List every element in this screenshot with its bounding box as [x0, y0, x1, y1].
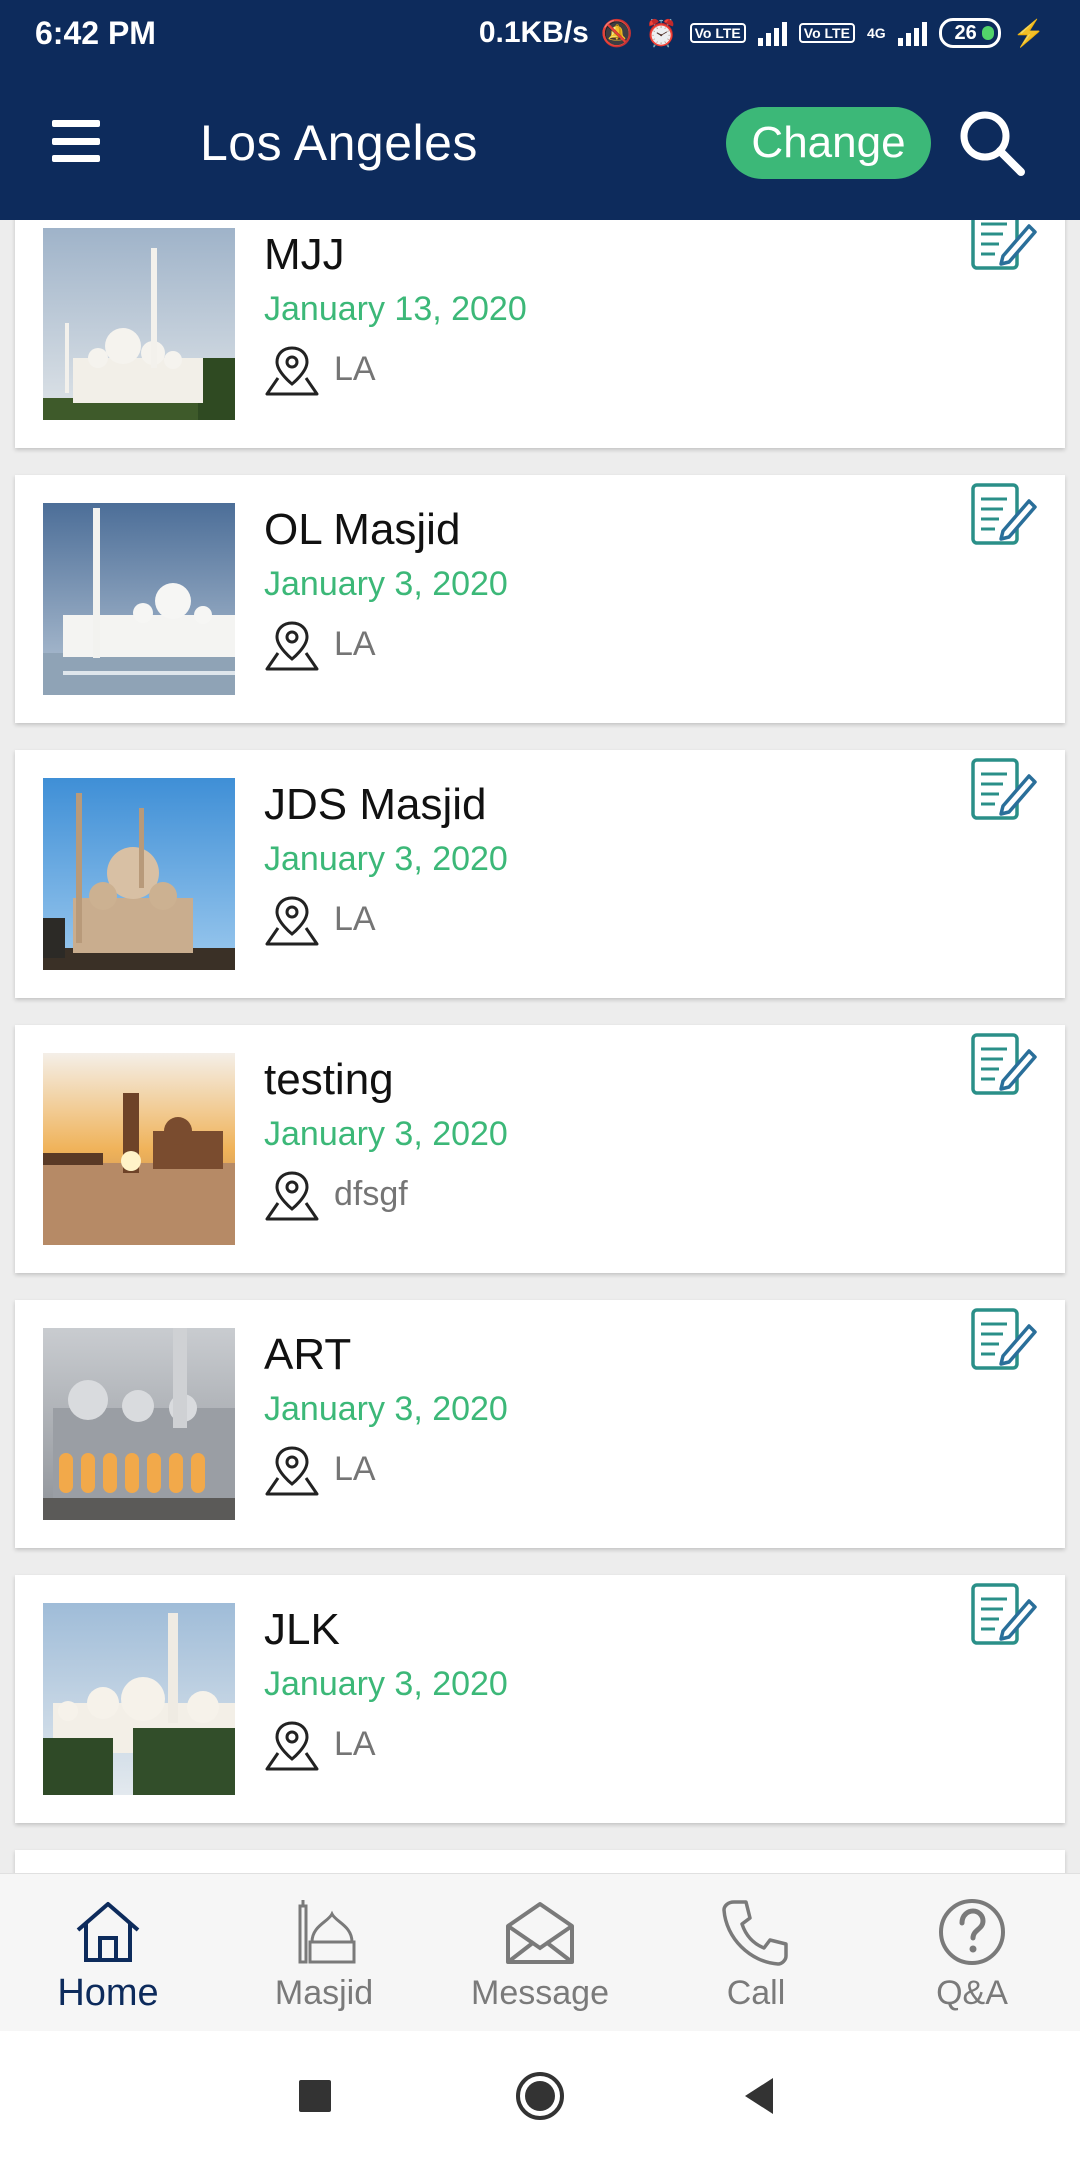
event-card[interactable]: JLK January 3, 2020 LA — [15, 1575, 1065, 1823]
edit-note-icon[interactable] — [967, 479, 1039, 551]
signal-icon — [897, 20, 927, 46]
status-icons: 0.1KB/s 🔕 ⏰ Vo LTE Vo LTE 4G 26 ⚡ — [479, 16, 1045, 50]
event-date: January 13, 2020 — [264, 290, 527, 328]
battery-icon: 26 — [938, 18, 1001, 48]
volte-icon: Vo LTE — [798, 23, 855, 43]
nav-qa[interactable]: Q&A — [864, 1874, 1080, 2031]
page-title: Los Angeles — [200, 115, 478, 171]
battery-level: 26 — [954, 21, 977, 44]
event-card[interactable]: JDS Masjid January 3, 2020 LA — [15, 750, 1065, 998]
event-location: LA — [334, 1450, 376, 1488]
home-icon — [76, 1902, 140, 1962]
question-icon — [939, 1899, 1005, 1965]
mute-icon: 🔕 — [600, 17, 634, 48]
event-card[interactable]: MJJ January 13, 2020 LA — [15, 220, 1065, 448]
network-type: 4G — [866, 25, 886, 41]
event-image — [43, 228, 235, 420]
change-city-button[interactable]: Change — [726, 107, 931, 179]
event-title: MJJ — [264, 230, 345, 279]
network-speed: 0.1KB/s — [478, 16, 589, 49]
edit-note-icon[interactable] — [967, 220, 1039, 276]
nav-home[interactable]: Home — [0, 1874, 216, 2031]
status-time: 6:42 PM — [35, 14, 156, 51]
event-title: JDS Masjid — [264, 780, 487, 829]
envelope-icon — [506, 1902, 574, 1964]
event-title: OL Masjid — [264, 505, 461, 554]
event-list[interactable]: MJJ January 13, 2020 LA OL Masjid Januar… — [0, 220, 1080, 1873]
nav-label: Home — [57, 1972, 159, 2014]
alarm-icon: ⏰ — [645, 17, 678, 48]
event-location: dfsgf — [334, 1175, 408, 1213]
nav-masjid[interactable]: Masjid — [216, 1874, 432, 2031]
event-image — [43, 503, 235, 695]
location-pin-icon — [265, 896, 319, 946]
nav-call[interactable]: Call — [648, 1874, 864, 2031]
app-bar: Los Angeles Change — [0, 66, 1080, 220]
edit-note-icon[interactable] — [967, 754, 1039, 826]
event-image — [43, 1603, 235, 1795]
bottom-navigation: Home Masjid Message Call Q&A — [0, 1873, 1080, 2031]
location-pin-icon — [265, 1721, 319, 1771]
recents-button-icon[interactable] — [280, 2061, 350, 2131]
menu-icon[interactable] — [52, 120, 100, 162]
edit-note-icon[interactable] — [967, 1029, 1039, 1101]
event-title: JLK — [264, 1605, 340, 1654]
event-date: January 3, 2020 — [264, 565, 508, 603]
nav-label: Call — [726, 1974, 786, 2012]
nav-label: Masjid — [274, 1974, 374, 2012]
mosque-icon — [298, 1900, 356, 1964]
charging-icon: ⚡ — [1012, 17, 1045, 48]
search-icon[interactable] — [955, 106, 1027, 178]
home-button-icon[interactable] — [505, 2061, 575, 2131]
status-bar: 6:42 PM 0.1KB/s 🔕 ⏰ Vo LTE Vo LTE 4G 26 … — [0, 0, 1080, 66]
location-pin-icon — [265, 621, 319, 671]
event-image — [43, 1053, 235, 1245]
event-image — [43, 1328, 235, 1520]
location-pin-icon — [265, 1446, 319, 1496]
event-image — [43, 778, 235, 970]
edit-note-icon[interactable] — [967, 1579, 1039, 1651]
event-date: January 3, 2020 — [264, 1665, 508, 1703]
system-navigation-bar — [0, 2031, 1080, 2160]
nav-label: Q&A — [936, 1974, 1008, 2012]
edit-note-icon[interactable] — [967, 1304, 1039, 1376]
event-card[interactable] — [15, 1850, 1065, 1873]
volte-icon: Vo LTE — [689, 23, 746, 43]
event-date: January 3, 2020 — [264, 1390, 508, 1428]
event-location: LA — [334, 1725, 376, 1763]
event-title: testing — [264, 1055, 394, 1104]
event-location: LA — [334, 900, 376, 938]
back-button-icon[interactable] — [725, 2061, 795, 2131]
event-date: January 3, 2020 — [264, 840, 508, 878]
event-location: LA — [334, 350, 376, 388]
nav-message[interactable]: Message — [432, 1874, 648, 2031]
event-title: ART — [264, 1330, 352, 1379]
nav-label: Message — [471, 1974, 609, 2012]
signal-icon — [757, 20, 787, 46]
event-card[interactable]: testing January 3, 2020 dfsgf — [15, 1025, 1065, 1273]
event-location: LA — [334, 625, 376, 663]
screen: 6:42 PM 0.1KB/s 🔕 ⏰ Vo LTE Vo LTE 4G 26 … — [0, 0, 1080, 2160]
location-pin-icon — [265, 1171, 319, 1221]
location-pin-icon — [265, 346, 319, 396]
event-date: January 3, 2020 — [264, 1115, 508, 1153]
event-card[interactable]: ART January 3, 2020 LA — [15, 1300, 1065, 1548]
event-card[interactable]: OL Masjid January 3, 2020 LA — [15, 475, 1065, 723]
phone-icon — [722, 1900, 788, 1966]
